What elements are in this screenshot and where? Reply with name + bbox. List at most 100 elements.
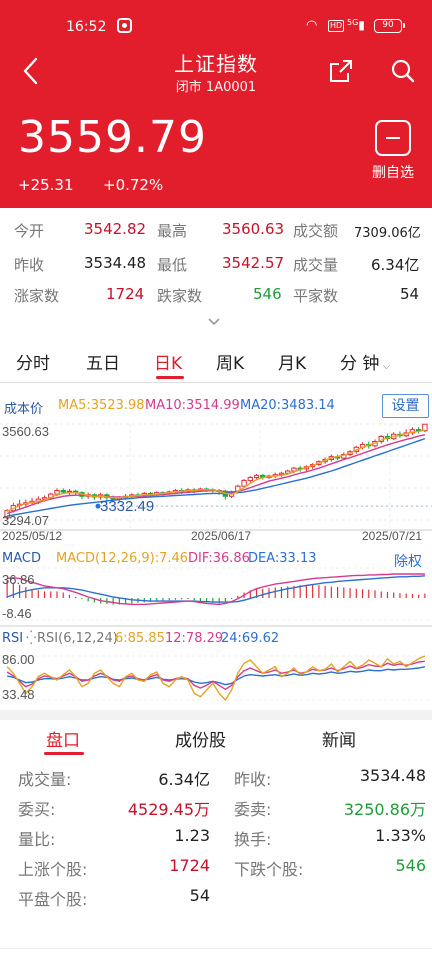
detail-value: 1724 <box>169 856 210 875</box>
cost-price-value: 3332.49 <box>100 498 154 515</box>
ma5-line <box>6 429 426 513</box>
detail-value: 3534.48 <box>359 766 426 785</box>
tab-five-day[interactable]: 五日 <box>86 349 120 374</box>
candle-body <box>253 474 260 479</box>
wifi-icon: ◠ <box>306 18 318 33</box>
macd-bottom-label: -8.46 <box>2 606 32 621</box>
stat-label: 涨家数 <box>14 287 60 305</box>
stat-label: 跌家数 <box>157 287 203 305</box>
expand-chevron-icon[interactable] <box>206 316 222 328</box>
stat-label: 成交额 <box>293 222 339 240</box>
tab-minute-label: 分 钟 <box>340 354 380 374</box>
rsi6-value: 6:85.85 <box>115 631 165 646</box>
remove-favorite-label[interactable]: 删自选 <box>372 162 414 182</box>
detail-label: 委卖: <box>234 800 272 819</box>
stats-row: 今开 3542.82 最高 3560.63 成交额 7309.06亿 <box>0 220 432 244</box>
stat-label: 昨收 <box>14 256 45 274</box>
detail-row: 委买: 4529.45万 委卖: 3250.86万 <box>0 796 432 822</box>
detail-value: 3250.86万 <box>343 800 426 819</box>
detail-value: 6.34亿 <box>158 770 210 789</box>
search-icon[interactable] <box>390 58 416 84</box>
tab-weekly-k[interactable]: 周K <box>216 349 244 374</box>
chevron-down-icon: ⌵ <box>379 361 391 372</box>
stat-label: 最低 <box>157 256 188 274</box>
detail-row: 上涨个股: 1724 下跌个股: 546 <box>0 856 432 882</box>
rsi12-value: 12:78.29 <box>165 631 224 646</box>
rsi-options-icon[interactable]: ⁛ <box>26 631 36 646</box>
detail-label: 昨收: <box>234 770 272 789</box>
active-tab-indicator <box>44 752 84 755</box>
x-axis-label: 2025/07/21 <box>362 529 422 543</box>
stat-label: 平家数 <box>293 287 339 305</box>
stats-row: 昨收 3534.48 最低 3542.57 成交量 6.34亿 <box>0 254 432 278</box>
detail-label: 量比: <box>18 830 56 849</box>
battery-icon: 90 <box>374 19 405 33</box>
ma20-line <box>6 437 426 517</box>
status-bar: 16:52 ◠ HD 5G▮ 90 <box>0 16 432 40</box>
macd-top-label: 36.86 <box>2 572 35 587</box>
stat-value: 7309.06亿 <box>354 226 421 241</box>
stat-value: 6.34亿 <box>371 256 420 274</box>
battery-level: 90 <box>382 20 394 30</box>
rsi-bottom-label: 33.48 <box>2 687 35 702</box>
nav-bar: 上证指数 闭市 1A0001 <box>0 44 432 98</box>
rsi-label[interactable]: RSI <box>2 631 23 646</box>
stat-label: 今开 <box>14 222 45 240</box>
detail-value: 546 <box>395 856 426 875</box>
detail-label: 上涨个股: <box>18 860 88 879</box>
tab-daily-k[interactable]: 日K <box>154 349 182 374</box>
candle-body <box>247 477 253 481</box>
tab-minute[interactable]: 分 钟 ⌵ <box>340 349 390 374</box>
section-divider <box>0 710 432 720</box>
share-icon[interactable] <box>328 58 354 84</box>
hd-icon: HD <box>328 20 345 32</box>
rsi6-line <box>6 655 426 702</box>
macd-params: MACD(12,26,9):7.46 <box>56 551 189 566</box>
remove-favorite-button[interactable] <box>375 120 411 156</box>
tab-constituents[interactable]: 成份股 <box>175 726 226 751</box>
fq-toggle[interactable]: 除权 <box>394 551 422 571</box>
divider <box>0 948 432 949</box>
detail-label: 平盘个股: <box>18 890 88 909</box>
tab-news[interactable]: 新闻 <box>322 726 356 751</box>
candle-body <box>241 479 247 487</box>
tab-intraday[interactable]: 分时 <box>16 349 50 374</box>
ma20-value: MA20:3483.14 <box>240 398 335 413</box>
y-axis-min-label: 3294.07 <box>2 513 49 528</box>
ma10-value: MA10:3514.99 <box>145 398 240 413</box>
network-type: 5G <box>347 18 359 27</box>
app-notification-icon <box>117 18 132 33</box>
dea-line <box>6 575 425 603</box>
detail-row: 成交量: 6.34亿 昨收: 3534.48 <box>0 766 432 792</box>
index-price: 3559.79 <box>18 112 207 163</box>
detail-label: 下跌个股: <box>234 860 304 879</box>
detail-value: 1.33% <box>375 826 426 845</box>
detail-value: 4529.45万 <box>127 800 210 819</box>
rsi-top-label: 86.00 <box>2 652 35 667</box>
dea-value: DEA:33.13 <box>248 551 317 566</box>
x-axis-label: 2025/05/12 <box>2 529 62 543</box>
page-title: 上证指数 <box>174 52 258 76</box>
detail-row: 平盘个股: 54 <box>0 886 432 912</box>
ma5-value: MA5:3523.98 <box>58 398 145 413</box>
stats-row: 涨家数 1724 跌家数 546 平家数 54 <box>0 285 432 309</box>
status-time: 16:52 <box>66 19 107 35</box>
period-tabs: 分时 五日 日K 周K 月K 分 钟 ⌵ <box>0 345 432 381</box>
settings-button[interactable]: 设置 <box>382 394 429 418</box>
candle-body <box>54 489 60 495</box>
signal-icon: 5G▮ <box>347 18 365 32</box>
active-tab-indicator <box>156 376 184 379</box>
price-change: +25.31 <box>18 176 74 194</box>
stat-label: 最高 <box>157 222 188 240</box>
y-axis-max-label: 3560.63 <box>2 424 49 439</box>
stat-value: 3560.63 <box>222 220 285 238</box>
stat-value: 1724 <box>106 285 145 303</box>
cost-price-label: 成本价 <box>4 402 44 417</box>
tab-monthly-k[interactable]: 月K <box>278 349 306 374</box>
stat-value: 546 <box>253 285 282 303</box>
detail-value: 54 <box>189 886 210 905</box>
stat-value: 3542.82 <box>84 220 147 238</box>
tab-order-book[interactable]: 盘口 <box>46 726 80 751</box>
rsi24-value: 24:69.62 <box>221 631 280 646</box>
macd-label[interactable]: MACD <box>2 551 41 566</box>
